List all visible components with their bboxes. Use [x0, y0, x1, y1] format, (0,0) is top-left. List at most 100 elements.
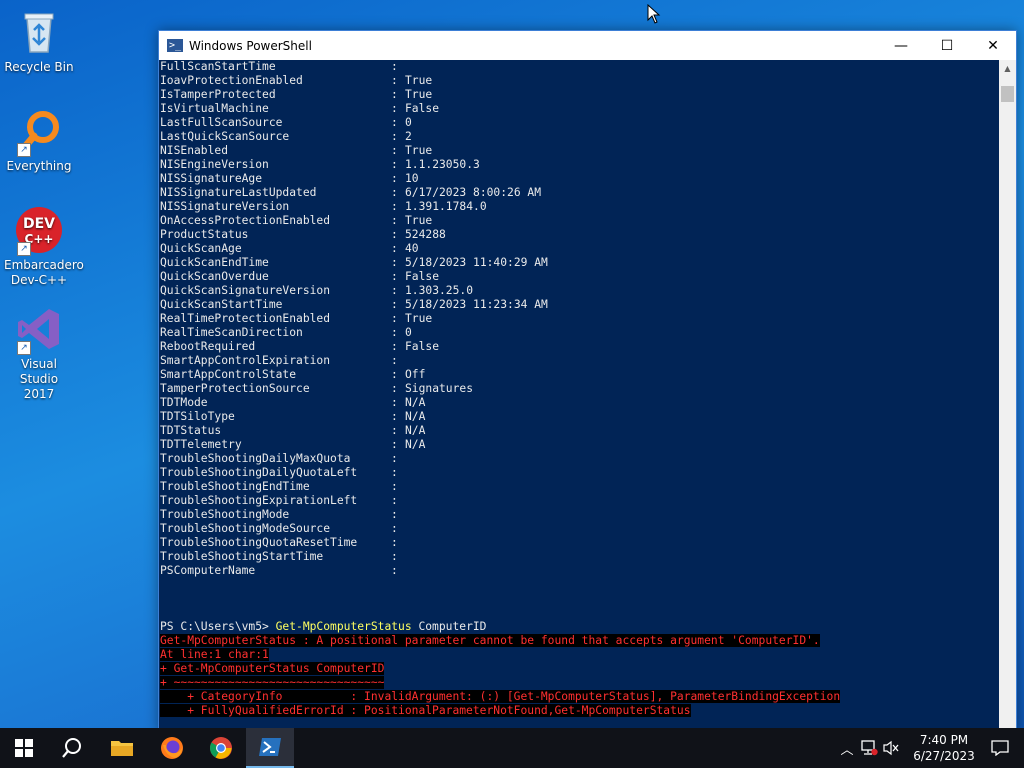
- devcpp-logo-icon: DEV C++ ↗: [15, 206, 63, 256]
- property-separator: :: [391, 144, 398, 157]
- property-separator: :: [391, 494, 398, 507]
- property-value: 0: [405, 116, 412, 129]
- desktop-icon-recycle-bin[interactable]: Recycle Bin: [0, 8, 78, 75]
- property-value: 1.1.23050.3: [405, 158, 480, 171]
- property-separator: :: [391, 214, 398, 227]
- clock-date: 6/27/2023: [913, 749, 975, 763]
- scroll-up-arrow-icon[interactable]: ▲: [999, 60, 1016, 77]
- property-separator: :: [391, 102, 398, 115]
- property-separator: :: [391, 270, 398, 283]
- close-button[interactable]: ✕: [970, 31, 1016, 60]
- property-value: 0: [405, 326, 412, 339]
- property-row: TroubleShootingQuotaResetTime:: [160, 536, 405, 550]
- property-row: NISSignatureLastUpdated:6/17/2023 8:00:2…: [160, 186, 541, 200]
- property-row: SmartAppControlExpiration:: [160, 354, 405, 368]
- property-value: 6/17/2023 8:00:26 AM: [405, 186, 542, 199]
- search-button[interactable]: [48, 728, 96, 768]
- magnifier-icon: ↗: [15, 107, 63, 157]
- property-key: RealTimeScanDirection: [160, 326, 303, 339]
- notification-icon: [991, 740, 1009, 756]
- error-line: + FullyQualifiedErrorId : PositionalPara…: [160, 704, 691, 717]
- property-row: IsTamperProtected: True: [160, 88, 432, 102]
- property-row: TamperProtectionSource: Signatures: [160, 382, 473, 396]
- powershell-window[interactable]: >_ Windows PowerShell — ☐ ✕ FullScanStar…: [158, 30, 1017, 732]
- property-key: IoavProtectionEnabled: [160, 74, 303, 87]
- property-row: QuickScanOverdue: False: [160, 270, 439, 284]
- property-row: PSComputerName:: [160, 564, 405, 578]
- error-line: + Get-MpComputerStatus ComputerID: [160, 662, 385, 675]
- property-separator: :: [391, 242, 398, 255]
- property-separator: :: [391, 74, 398, 87]
- chevron-up-icon[interactable]: ︿: [838, 739, 856, 758]
- property-separator: :: [391, 312, 398, 325]
- property-row: RebootRequired: False: [160, 340, 439, 354]
- command-line: PS C:\Users\vm5> Get-MpComputerStatus Co…: [160, 620, 486, 634]
- property-row: QuickScanStartTime:5/18/2023 11:23:34 AM: [160, 298, 548, 312]
- property-key: IsTamperProtected: [160, 88, 276, 101]
- desktop-icon-visual-studio[interactable]: ↗ Visual Studio 2017: [0, 305, 78, 402]
- property-key: NISEngineVersion: [160, 158, 269, 171]
- console-output[interactable]: FullScanStartTime: IoavProtectionEnabled:…: [159, 60, 999, 730]
- property-row: TroubleShootingEndTime:: [160, 480, 405, 494]
- taskbar-file-explorer[interactable]: [98, 728, 146, 768]
- shortcut-arrow-icon: ↗: [17, 242, 31, 256]
- window-title: Windows PowerShell: [189, 38, 312, 53]
- recycle-bin-icon: [15, 8, 63, 56]
- property-row: TroubleShootingDailyMaxQuota:: [160, 452, 405, 466]
- powershell-icon: [259, 738, 281, 756]
- property-key: TDTMode: [160, 396, 208, 409]
- property-separator: :: [391, 200, 398, 213]
- property-key: TroubleShootingStartTime: [160, 550, 324, 563]
- property-separator: :: [391, 382, 398, 395]
- property-key: SmartAppControlState: [160, 368, 297, 381]
- property-separator: :: [391, 158, 398, 171]
- property-key: QuickScanStartTime: [160, 298, 283, 311]
- error-line: + ~~~~~~~~~~~~~~~~~~~~~~~~~~~~~~~: [160, 676, 385, 689]
- property-row: QuickScanEndTime:5/18/2023 11:40:29 AM: [160, 256, 548, 270]
- property-separator: :: [391, 438, 398, 451]
- property-row: TroubleShootingMode:: [160, 508, 405, 522]
- property-row: NISSignatureVersion:1.391.1784.0: [160, 200, 487, 214]
- property-value: True: [405, 312, 433, 325]
- property-row: FullScanStartTime:: [160, 60, 405, 74]
- property-separator: :: [391, 536, 398, 549]
- maximize-button[interactable]: ☐: [924, 31, 970, 60]
- property-separator: :: [391, 522, 398, 535]
- property-row: TroubleShootingDailyQuotaLeft:: [160, 466, 405, 480]
- minimize-button[interactable]: —: [878, 31, 924, 60]
- property-key: TroubleShootingExpirationLeft: [160, 494, 358, 507]
- taskbar-chrome[interactable]: [197, 728, 245, 768]
- taskbar-powershell[interactable]: [246, 728, 294, 768]
- property-key: TroubleShootingDailyMaxQuota: [160, 452, 351, 465]
- volume-muted-icon[interactable]: [882, 740, 900, 756]
- property-value: 1.303.25.0: [405, 284, 474, 297]
- network-icon[interactable]: [860, 740, 878, 756]
- taskbar-firefox[interactable]: [148, 728, 196, 768]
- desktop-icon-label: Everything: [6, 159, 72, 173]
- title-bar[interactable]: >_ Windows PowerShell — ☐ ✕: [159, 31, 1016, 60]
- property-value: True: [405, 88, 433, 101]
- desktop-icon-dev-cpp[interactable]: DEV C++ ↗ Embarcadero Dev-C++: [0, 206, 84, 288]
- clock-time: 7:40 PM: [919, 733, 969, 747]
- property-value: N/A: [405, 410, 426, 423]
- property-separator: :: [391, 298, 398, 311]
- property-row: IsVirtualMachine: False: [160, 102, 439, 116]
- property-separator: :: [391, 564, 398, 577]
- scroll-thumb[interactable]: [1001, 86, 1014, 102]
- clock[interactable]: 7:40 PM 6/27/2023: [904, 732, 984, 764]
- property-separator: :: [391, 354, 398, 367]
- property-separator: :: [391, 424, 398, 437]
- property-value: True: [405, 74, 433, 87]
- desktop-icon-everything[interactable]: ↗ Everything: [0, 107, 78, 174]
- notifications-button[interactable]: [976, 728, 1024, 768]
- property-separator: :: [391, 130, 398, 143]
- start-button[interactable]: [0, 728, 48, 768]
- property-separator: :: [391, 508, 398, 521]
- vertical-scrollbar[interactable]: ▲: [999, 60, 1016, 730]
- folder-icon: [111, 741, 133, 756]
- visual-studio-icon: ↗: [15, 305, 63, 355]
- property-value: 10: [405, 172, 419, 185]
- desktop-icon-label: Recycle Bin: [4, 60, 74, 74]
- property-row: RealTimeScanDirection:0: [160, 326, 412, 340]
- property-key: QuickScanSignatureVersion: [160, 284, 331, 297]
